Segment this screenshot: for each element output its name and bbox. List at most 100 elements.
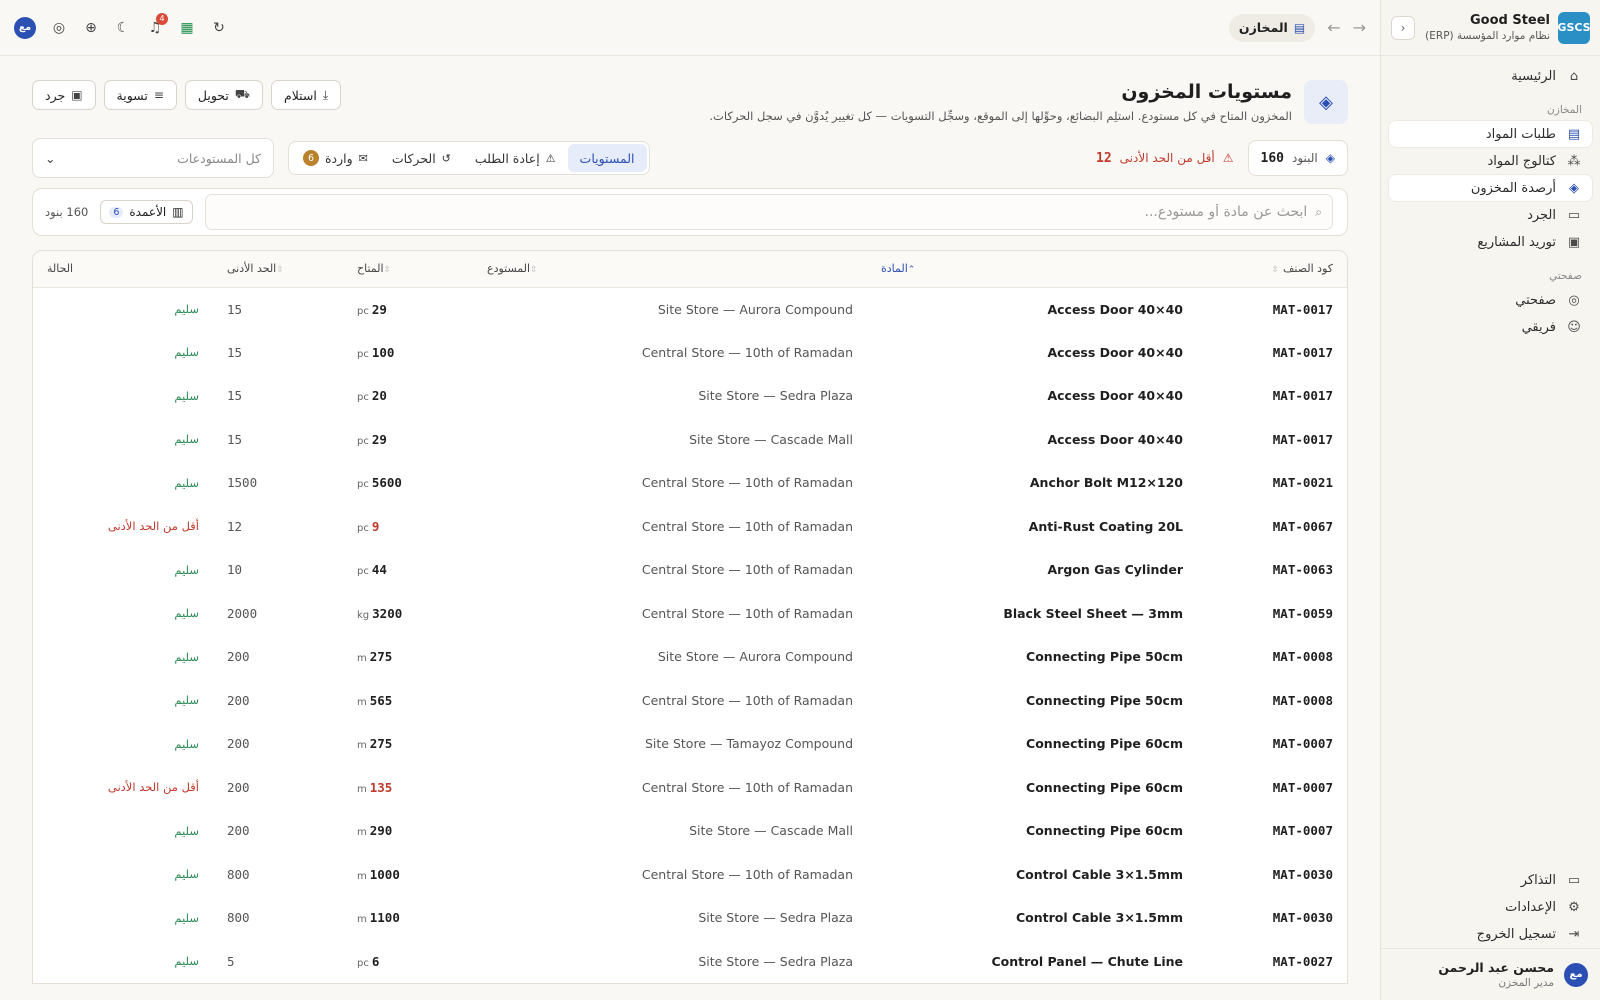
- tab-incoming[interactable]: ✉ واردة 6: [291, 144, 380, 172]
- table-row[interactable]: MAT-0008 Connecting Pipe 50cm Site Store —…: [33, 635, 1347, 679]
- sidebar-item-logout[interactable]: ⇥ تسجيل الخروج: [1389, 921, 1592, 947]
- column-header-item[interactable]: ⌃المادة: [867, 251, 1197, 288]
- sort-ascending-icon: ⌃: [907, 265, 916, 276]
- column-header-status[interactable]: الحالة: [33, 251, 213, 288]
- available-qty: 6: [371, 953, 380, 969]
- search-input[interactable]: [215, 204, 1308, 220]
- table-row[interactable]: MAT-0021 Anchor Bolt M12×120 Central Store…: [33, 461, 1347, 505]
- sidebar-item-inventory-count[interactable]: ▭ الجرد: [1389, 202, 1592, 228]
- item-name: Anti-Rust Coating 20L: [1028, 518, 1183, 534]
- available-cell: m 275: [343, 635, 473, 679]
- bell-icon[interactable]: ♫ 4: [146, 12, 168, 37]
- refresh-icon[interactable]: ↻: [210, 19, 228, 37]
- sidebar-item-home[interactable]: ⌂ الرئيسية: [1389, 63, 1592, 89]
- column-header-min[interactable]: ⇳الحد الأدنى: [213, 251, 343, 288]
- transfer-button[interactable]: ⛟ تحويل: [184, 80, 263, 110]
- user-role: مدير المخزن: [1498, 977, 1554, 989]
- table-row[interactable]: MAT-0063 Argon Gas Cylinder Central Store …: [33, 548, 1347, 592]
- sidebar-item-my-team[interactable]: ☺ فريقي: [1389, 314, 1592, 340]
- table-row[interactable]: MAT-0017 Access Door 40×40 Central Store —…: [33, 331, 1347, 375]
- sidebar-item-settings[interactable]: ⚙ الإعدادات: [1389, 894, 1592, 920]
- tab-levels[interactable]: المستويات: [567, 144, 647, 172]
- table-row[interactable]: MAT-0067 Anti-Rust Coating 20L Central Sto…: [33, 505, 1347, 549]
- topbar-actions: مع ◎ ⊕ ☾ ♫ 4 ▦ ↻: [14, 12, 228, 39]
- unit: m: [357, 653, 367, 665]
- receive-button[interactable]: ⤓ استلام: [270, 80, 342, 110]
- available-qty: 20: [371, 388, 387, 404]
- history-icon: ↺: [441, 151, 451, 165]
- table-header-row: كود الصنف⇳ ⌃المادة ⇳المستودع ⇳المتاح ⇳ال…: [33, 251, 1347, 288]
- warehouse-name: Site Store — Sedra Plaza: [698, 953, 853, 969]
- logout-icon: ⇥: [1568, 926, 1580, 942]
- spreadsheet-icon[interactable]: ▦: [178, 19, 196, 37]
- truck-icon: ▣: [1567, 234, 1581, 250]
- table-row[interactable]: MAT-0027 Control Panel — Chute Line Site S…: [33, 940, 1347, 984]
- sidebar-nav: ⌂ الرئيسية المخازن ▤ طلبات المواد ⁂ كتال…: [1381, 56, 1600, 347]
- sidebar-item-project-supply[interactable]: ▣ توريد المشاريع: [1389, 229, 1592, 255]
- status-label: سليم: [174, 910, 199, 925]
- sidebar-item-materials-catalog[interactable]: ⁂ كتالوج المواد: [1389, 148, 1592, 174]
- collapse-sidebar-button[interactable]: ‹: [1391, 15, 1415, 40]
- column-header-label: كود الصنف: [1283, 262, 1333, 276]
- page-title: مستويات المخزون: [1121, 81, 1292, 103]
- page-description: المخزون المتاح في كل مستودع. استلِم البض…: [709, 109, 1292, 123]
- user-profile[interactable]: مع محسن عبد الرحمن مدير المخزن: [1381, 948, 1600, 1000]
- tab-reorder[interactable]: ⚠ إعادة الطلب: [463, 144, 568, 172]
- warehouse-name: Site Store — Aurora Compound: [657, 649, 853, 665]
- min-qty: 200: [227, 823, 250, 839]
- check-circle-icon[interactable]: ◎: [50, 19, 68, 37]
- boxes-icon: ⁂: [1567, 153, 1581, 169]
- clipboard-check-icon: ▣: [71, 88, 83, 102]
- item-code: MAT-0030: [1272, 910, 1333, 926]
- unit: m: [357, 914, 367, 926]
- column-header-code[interactable]: كود الصنف⇳: [1197, 251, 1347, 288]
- warehouse-name: Central Store — 10th of Ramadan: [641, 475, 853, 491]
- sidebar-item-material-requests[interactable]: ▤ طلبات المواد: [1389, 121, 1592, 147]
- page-header: ◈ مستويات المخزون المخزون المتاح في كل م…: [32, 80, 1348, 130]
- count-button[interactable]: ▣ جرد: [32, 80, 96, 110]
- status-badge: سليم: [33, 548, 213, 592]
- unit: m: [357, 696, 367, 708]
- tab-label: واردة: [325, 150, 353, 166]
- breadcrumb-current[interactable]: ▤ المخازن: [1228, 13, 1316, 42]
- available-cell: m 1000: [343, 853, 473, 897]
- forward-arrow-icon[interactable]: →: [1353, 18, 1366, 37]
- warehouse-filter-select[interactable]: كل المستودعات ⌄: [32, 138, 274, 178]
- column-header-available[interactable]: ⇳المتاح: [343, 251, 473, 288]
- table-row[interactable]: MAT-0008 Connecting Pipe 50cm Central Stor…: [33, 679, 1347, 723]
- item-code: MAT-0008: [1272, 649, 1333, 665]
- table-row[interactable]: MAT-0059 Black Steel Sheet — 3mm Central S…: [33, 592, 1347, 636]
- sidebar-item-label: الجرد: [1527, 207, 1556, 223]
- table-row[interactable]: MAT-0007 Connecting Pipe 60cm Site Store —…: [33, 809, 1347, 853]
- available-qty: 290: [369, 823, 393, 839]
- table-row[interactable]: MAT-0030 Control Cable 3×1.5mm Central Sto…: [33, 853, 1347, 897]
- item-code: MAT-0021: [1272, 475, 1333, 491]
- status-badge: سليم: [33, 418, 213, 462]
- sidebar-item-my-page[interactable]: ◎ صفحتي: [1389, 287, 1592, 313]
- table-row[interactable]: MAT-0007 Connecting Pipe 60cm Central Stor…: [33, 766, 1347, 810]
- available-qty: 1000: [369, 866, 400, 882]
- tab-movements[interactable]: ↺ الحركات: [380, 144, 463, 172]
- unit: kg: [357, 609, 370, 621]
- item-code: MAT-0027: [1272, 953, 1333, 969]
- brand-logo: GSCS: [1557, 11, 1591, 44]
- table-row[interactable]: MAT-0017 Access Door 40×40 Site Store — Au…: [33, 287, 1347, 331]
- adjust-button[interactable]: ≡ تسوية: [103, 80, 177, 110]
- globe-icon[interactable]: ⊕: [82, 19, 100, 37]
- search-toolbar: ⌕ ▥ الأعمدة 6 160 بنود: [32, 188, 1348, 236]
- users-icon: ☺: [1567, 319, 1581, 335]
- breadcrumb: → ← ▤ المخازن: [1228, 13, 1366, 42]
- column-header-warehouse[interactable]: ⇳المستودع: [473, 251, 867, 288]
- table-row[interactable]: MAT-0017 Access Door 40×40 Site Store — Se…: [33, 374, 1347, 418]
- table-row[interactable]: MAT-0007 Connecting Pipe 60cm Site Store —…: [33, 722, 1347, 766]
- sidebar-item-tickets[interactable]: ▭ التذاكر: [1389, 867, 1592, 893]
- columns-button[interactable]: ▥ الأعمدة 6: [100, 200, 193, 224]
- table-row[interactable]: MAT-0017 Access Door 40×40 Site Store — Ca…: [33, 418, 1347, 462]
- back-arrow-icon[interactable]: ←: [1327, 18, 1340, 37]
- sort-icon: ⇳: [530, 265, 538, 276]
- table-row[interactable]: MAT-0030 Control Cable 3×1.5mm Site Store …: [33, 896, 1347, 940]
- moon-icon[interactable]: ☾: [114, 19, 132, 37]
- sidebar-item-stock-levels[interactable]: ◈ أرصدة المخزون: [1389, 175, 1592, 201]
- avatar[interactable]: مع: [14, 16, 36, 39]
- brand: GSCS Good Steel نظام موارد المؤسسة (ERP)…: [1381, 0, 1600, 56]
